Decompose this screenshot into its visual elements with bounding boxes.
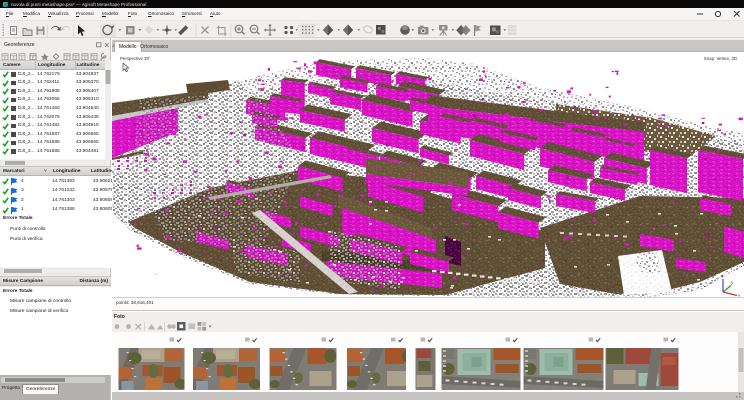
svg-text:y: y	[731, 280, 734, 285]
svg-text:x: x	[738, 293, 741, 298]
